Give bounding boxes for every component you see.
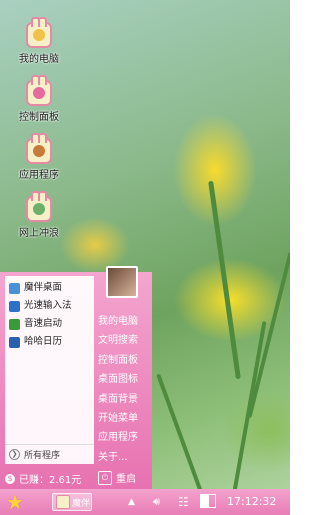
link-applications[interactable]: 应用程序 — [98, 428, 152, 447]
link-desktop-background[interactable]: 桌面背景 — [98, 390, 152, 409]
desktop-icon-control-panel[interactable]: 控制面板 — [14, 75, 64, 123]
wifi-icon[interactable]: ☷ — [178, 493, 189, 511]
input-method-icon — [9, 300, 20, 312]
internet-icon — [26, 191, 52, 222]
volume-icon[interactable]: 🔊︎ — [153, 493, 160, 511]
app-item-calendar[interactable]: 哈哈日历 — [5, 333, 94, 351]
link-my-computer[interactable]: 我的电脑 — [98, 312, 152, 331]
link-control-panel[interactable]: 控制面板 — [98, 351, 152, 370]
link-about[interactable]: 关于... — [98, 448, 152, 467]
control-panel-icon — [26, 75, 52, 106]
start-menu-app-list: 魔伴桌面 光速输入法 音速启动 哈哈日历 ❯ 所有程序 — [5, 276, 94, 464]
earnings-display: $ 已赚：2.61元 — [5, 471, 81, 486]
taskbar-item-label: 魔伴 — [72, 498, 91, 509]
desktop-icon-applications[interactable]: 应用程序 — [14, 133, 64, 181]
moban-desktop-icon — [9, 282, 20, 294]
app-item-label: 魔伴桌面 — [24, 282, 63, 293]
desktop-icon-label: 应用程序 — [19, 170, 59, 181]
all-programs-button[interactable]: ❯ 所有程序 — [5, 444, 94, 461]
app-item-label: 音速启动 — [24, 318, 63, 329]
link-start-menu[interactable]: 开始菜单 — [98, 409, 152, 428]
taskbar: ★ 魔伴 ▲ 🔊︎ ☷ 17:12:32 — [0, 489, 290, 515]
moban-app-icon — [56, 495, 70, 509]
start-menu: 魔伴桌面 光速输入法 音速启动 哈哈日历 ❯ 所有程序 我的电脑 文明搜索 控制… — [0, 266, 152, 489]
earnings-label: 已赚：2.61元 — [19, 475, 82, 486]
calendar-icon — [9, 336, 20, 348]
link-search[interactable]: 文明搜索 — [98, 331, 152, 350]
power-icon: ⏻ — [98, 470, 112, 485]
tray-expand-icon[interactable]: ▲ — [128, 493, 135, 511]
arrow-right-icon: ❯ — [9, 449, 20, 460]
app-item-moban-desktop[interactable]: 魔伴桌面 — [5, 279, 94, 297]
all-programs-label: 所有程序 — [24, 451, 61, 461]
app-item-input-method[interactable]: 光速输入法 — [5, 297, 94, 315]
quick-launch-icon — [9, 318, 20, 330]
desktop-icon-my-computer[interactable]: 我的电脑 — [14, 17, 64, 65]
desktop-icon-label: 网上冲浪 — [19, 228, 59, 239]
coin-icon: $ — [5, 473, 15, 484]
user-avatar[interactable] — [106, 266, 138, 298]
battery-icon[interactable] — [200, 494, 216, 508]
desktop-icon-label: 控制面板 — [19, 112, 59, 123]
desktop-icon-label: 我的电脑 — [19, 54, 59, 65]
app-item-quick-launch[interactable]: 音速启动 — [5, 315, 94, 333]
my-computer-icon — [26, 17, 52, 48]
app-item-label: 哈哈日历 — [24, 336, 63, 347]
desktop-icon-internet[interactable]: 网上冲浪 — [14, 191, 64, 239]
start-menu-links: 我的电脑 文明搜索 控制面板 桌面图标 桌面背景 开始菜单 应用程序 关于... — [98, 312, 152, 467]
restart-button[interactable]: ⏻ 重启 — [98, 470, 136, 485]
taskbar-item-moban[interactable]: 魔伴 — [52, 493, 92, 511]
start-menu-footer: $ 已赚：2.61元 ⏻ 重启 — [0, 469, 152, 487]
start-button-star-icon[interactable]: ★ — [6, 492, 26, 512]
link-desktop-icons[interactable]: 桌面图标 — [98, 370, 152, 389]
taskbar-clock[interactable]: 17:12:32 — [227, 493, 276, 511]
app-item-label: 光速输入法 — [24, 300, 72, 311]
restart-label: 重启 — [116, 474, 136, 485]
applications-icon — [26, 133, 52, 164]
